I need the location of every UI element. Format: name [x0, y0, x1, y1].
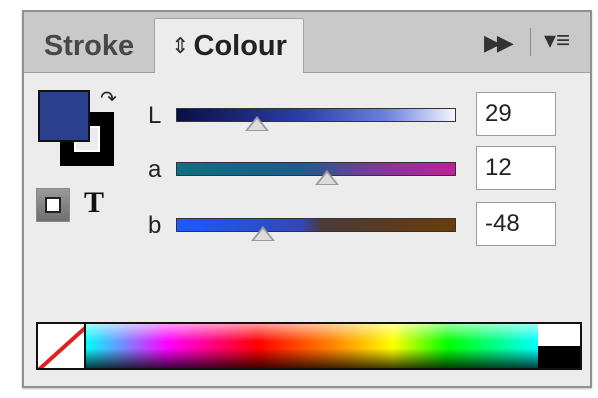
slider-l[interactable] [176, 108, 456, 122]
formatting-affects-container-button[interactable] [36, 188, 70, 222]
channel-label-l: L [148, 102, 162, 129]
swap-fill-stroke-icon[interactable]: ↷ [100, 86, 117, 111]
slider-b[interactable] [176, 218, 456, 232]
tab-colour[interactable]: ⇕ Colour [154, 18, 304, 73]
tab-bar: Stroke ⇕ Colour ▶▶ ▾≡ [24, 12, 590, 73]
slider-thumb-l[interactable] [245, 116, 270, 131]
l-value-input[interactable]: 29 [476, 92, 556, 136]
colour-ramp[interactable] [86, 324, 538, 368]
none-swatch[interactable] [38, 324, 86, 368]
colour-spectrum[interactable] [36, 322, 582, 370]
a-value-input[interactable]: 12 [476, 146, 556, 190]
fill-swatch[interactable] [38, 90, 90, 142]
white-swatch[interactable] [538, 324, 580, 346]
tab-stroke[interactable]: Stroke [24, 20, 154, 72]
updown-arrows-icon[interactable]: ⇕ [171, 35, 189, 57]
tab-stroke-label: Stroke [43, 29, 135, 62]
colour-panel: Stroke ⇕ Colour ▶▶ ▾≡ ↷ T L 29 a 12 b -4… [22, 10, 592, 388]
panel-menu-icon[interactable]: ▾≡ [544, 26, 570, 55]
black-swatch[interactable] [538, 346, 580, 368]
tab-colour-label: Colour [193, 29, 287, 62]
channel-label-a: a [148, 156, 162, 183]
slider-thumb-a[interactable] [315, 170, 340, 185]
slider-thumb-b[interactable] [250, 226, 275, 241]
b-value-input[interactable]: -48 [476, 202, 556, 246]
double-chevron-right-icon[interactable]: ▶▶ [484, 30, 514, 56]
formatting-affects-text-button[interactable]: T [84, 186, 104, 220]
channel-label-b: b [148, 212, 162, 239]
toolbar-separator [530, 28, 531, 56]
